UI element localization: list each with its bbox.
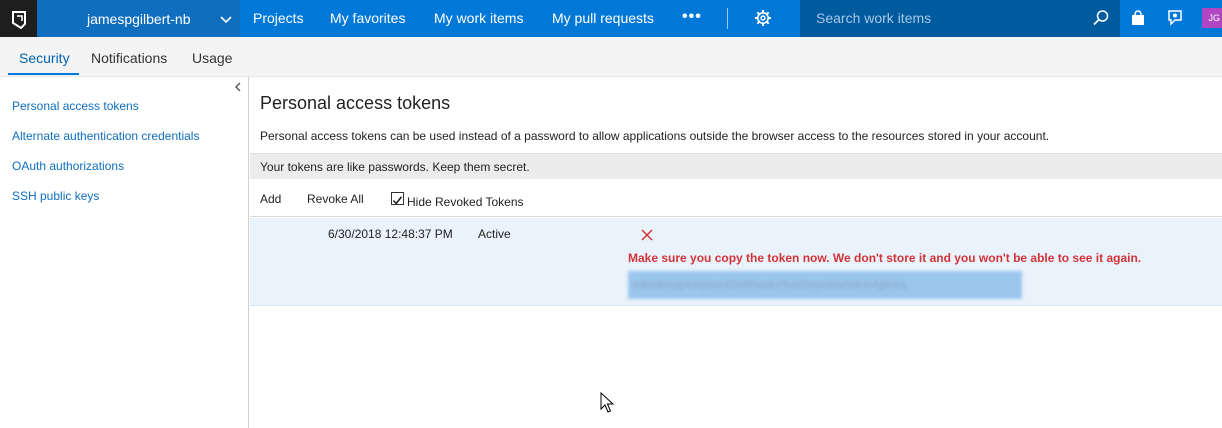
gear-icon[interactable]	[754, 9, 772, 32]
tab-security[interactable]: Security	[19, 50, 70, 66]
close-icon[interactable]	[640, 228, 654, 247]
page-description: Personal access tokens can be used inste…	[260, 129, 1050, 143]
search-icon[interactable]	[1092, 9, 1110, 32]
search-box[interactable]: Search work items	[800, 0, 1120, 37]
security-sidebar: Personal access tokens Alternate authent…	[0, 77, 249, 428]
active-tab-indicator	[8, 73, 79, 75]
token-date: 6/30/2018 12:48:37 PM	[328, 227, 453, 241]
token-toolbar: Add Revoke All Hide Revoked Tokens	[250, 179, 1222, 217]
account-name: jamespgilbert-nb	[87, 10, 191, 27]
account-selector[interactable]: jamespgilbert-nb	[37, 0, 240, 37]
marketplace-bag-icon[interactable]	[1130, 9, 1146, 32]
page-title: Personal access tokens	[260, 93, 451, 113]
sidebar-item-alternate-credentials[interactable]: Alternate authentication credentials	[12, 129, 199, 143]
avatar[interactable]: JG	[1202, 8, 1222, 28]
settings-tab-bar: Security Notifications Usage	[0, 37, 1222, 77]
tab-usage[interactable]: Usage	[192, 50, 232, 66]
add-button[interactable]: Add	[260, 192, 281, 206]
nav-my-work-items[interactable]: My work items	[434, 10, 523, 26]
sidebar-item-ssh-public-keys[interactable]: SSH public keys	[12, 189, 99, 203]
token-status: Active	[478, 227, 511, 241]
avatar-initials: JG	[1208, 13, 1220, 23]
tab-notifications[interactable]: Notifications	[91, 50, 167, 66]
nav-my-favorites[interactable]: My favorites	[330, 10, 405, 26]
search-input[interactable]: Search work items	[816, 10, 931, 26]
nav-divider	[727, 8, 728, 29]
hide-revoked-label[interactable]: Hide Revoked Tokens	[407, 195, 524, 209]
token-row[interactable]: 6/30/2018 12:48:37 PM Active Make sure y…	[250, 218, 1222, 306]
sidebar-item-oauth-authorizations[interactable]: OAuth authorizations	[12, 159, 124, 173]
top-navigation-bar: jamespgilbert-nb Projects My favorites M…	[0, 0, 1222, 37]
vsts-logo-icon[interactable]	[0, 0, 37, 37]
nav-my-pull-requests[interactable]: My pull requests	[552, 10, 654, 26]
revoke-all-button[interactable]: Revoke All	[307, 192, 364, 206]
main-content: Personal access tokens Personal access t…	[250, 77, 1222, 428]
mouse-cursor-icon	[600, 391, 615, 419]
collapse-chevron-icon[interactable]	[234, 81, 242, 95]
chevron-down-icon	[220, 12, 232, 28]
secret-warning-banner: Your tokens are like passwords. Keep the…	[250, 153, 1222, 179]
token-value-field[interactable]: xqlizdkeyjpkdqovyufZwlfNwdu7kxd2wycd2q5d…	[628, 271, 1022, 299]
nav-projects[interactable]: Projects	[253, 10, 304, 26]
hide-revoked-checkbox[interactable]	[391, 192, 404, 205]
secret-warning-text: Your tokens are like passwords. Keep the…	[260, 160, 530, 174]
more-icon[interactable]: •••	[682, 8, 702, 26]
feedback-icon[interactable]	[1166, 9, 1184, 32]
sidebar-item-personal-access-tokens[interactable]: Personal access tokens	[12, 99, 139, 113]
copy-token-message: Make sure you copy the token now. We don…	[628, 251, 1142, 265]
